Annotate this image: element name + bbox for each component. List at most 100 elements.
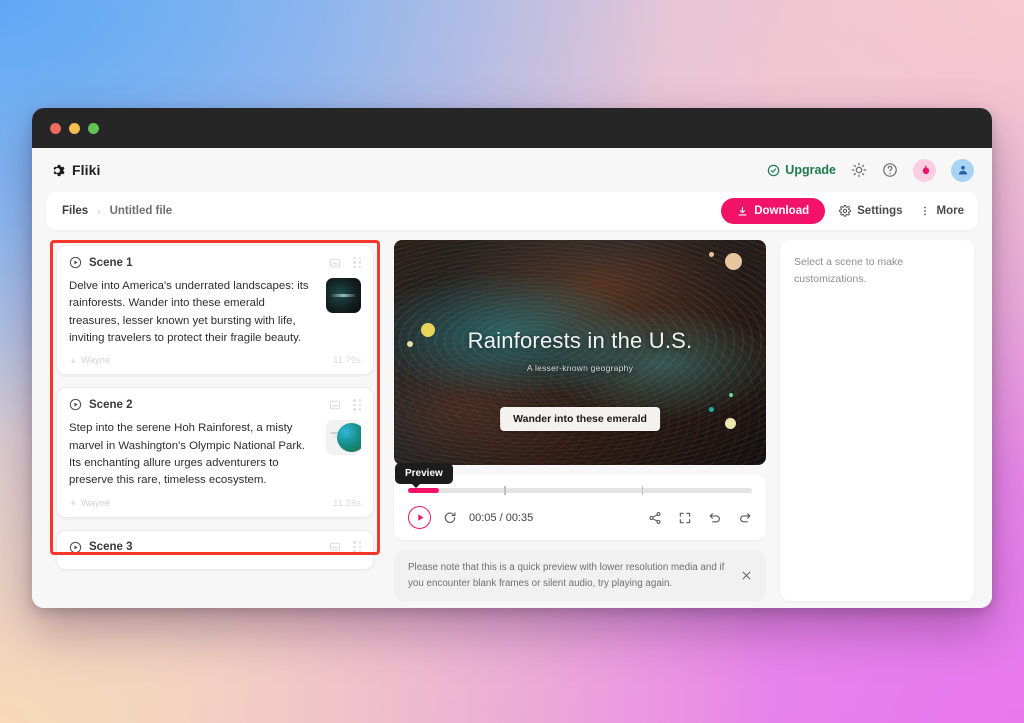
settings-label: Settings — [857, 205, 903, 217]
user-icon — [958, 165, 967, 175]
scene-header: Scene 1 — [69, 256, 361, 269]
more-button[interactable]: More — [917, 201, 966, 221]
app-content: Fliki Upgrade Files › Untitled file Down… — [32, 148, 992, 608]
window-zoom-button[interactable] — [88, 122, 99, 134]
player-secondary-actions — [648, 511, 752, 525]
transport-controls: 00:05 / 00:35 — [408, 506, 752, 529]
breadcrumb-separator: › — [97, 205, 101, 217]
undo-icon[interactable] — [708, 511, 722, 525]
stage-subtitle: A lesser-known geography — [526, 363, 634, 373]
scene-voice[interactable]: Wayne — [69, 498, 110, 509]
settings-button[interactable]: Settings — [837, 201, 904, 221]
decor-blob — [407, 341, 413, 347]
scene-card[interactable]: Scene 1 Delve into America's underrated … — [56, 245, 374, 376]
scene-footer: Wayne 11.28s — [69, 498, 361, 511]
scene-script-text[interactable]: Step into the serene Hoh Rainforest, a m… — [69, 420, 314, 489]
decor-blob — [725, 253, 742, 270]
scene-title: Scene 3 — [89, 541, 133, 554]
timeline-tick — [504, 486, 506, 495]
timeline-tick — [641, 486, 644, 495]
download-icon — [738, 206, 747, 215]
gear-icon — [839, 205, 852, 217]
sun-icon[interactable] — [851, 162, 867, 178]
scene-script-text[interactable]: Delve into America's underrated landscap… — [69, 278, 314, 347]
decor-blob — [709, 252, 714, 257]
notice-text: Please note that this is a quick preview… — [408, 562, 725, 589]
inspector-panel: Select a scene to make customizations. — [780, 240, 974, 602]
close-icon[interactable] — [741, 570, 752, 581]
decor-blob — [729, 393, 733, 397]
upgrade-label: Upgrade — [785, 163, 836, 177]
image-frame-icon[interactable] — [329, 541, 341, 553]
drag-handle-icon[interactable] — [353, 256, 361, 269]
scene-card[interactable]: Scene 2 Step into the serene Hoh Rainfor… — [56, 387, 374, 518]
brand-logo[interactable]: Fliki — [50, 162, 101, 178]
stage-caption: Wander into these emerald — [500, 407, 660, 431]
window-minimize-button[interactable] — [69, 122, 80, 134]
question-circle-icon[interactable] — [882, 162, 898, 178]
play-circle-icon[interactable] — [69, 398, 82, 411]
timeline-progress — [408, 488, 439, 493]
window-close-button[interactable] — [50, 122, 61, 134]
toolbar-actions: Download Settings More — [721, 198, 966, 224]
preview-panel: Rainforests in the U.S. A lesser-known g… — [394, 240, 766, 602]
brand-name: Fliki — [72, 162, 101, 178]
streak-badge[interactable] — [913, 158, 936, 182]
header-actions: Upgrade — [767, 158, 974, 182]
decor-blob — [421, 323, 435, 337]
file-toolbar: Files › Untitled file Download Settings — [46, 192, 978, 230]
voice-icon — [71, 357, 75, 363]
window-titlebar — [32, 108, 992, 148]
app-window: Fliki Upgrade Files › Untitled file Down… — [32, 108, 992, 608]
scene-header-actions — [329, 541, 361, 553]
image-frame-icon[interactable] — [329, 399, 341, 411]
image-frame-icon[interactable] — [329, 257, 341, 269]
download-button[interactable]: Download — [721, 198, 826, 224]
breadcrumb-current-file[interactable]: Untitled file — [110, 205, 173, 217]
share-icon[interactable] — [648, 511, 662, 525]
check-circle-icon — [768, 164, 780, 176]
play-circle-icon[interactable] — [69, 256, 82, 269]
scene-voice-label: Wayne — [81, 355, 111, 367]
scene-title: Scene 1 — [89, 256, 133, 269]
upgrade-button[interactable]: Upgrade — [767, 163, 836, 177]
breadcrumb-files[interactable]: Files — [62, 205, 88, 217]
editor-columns: Scene 1 Delve into America's underrated … — [46, 230, 978, 608]
inspector-empty-message: Select a scene to make customizations. — [794, 256, 904, 285]
timeline-track[interactable] — [408, 486, 752, 495]
gear-logo-icon — [53, 164, 65, 176]
more-label: More — [936, 205, 964, 217]
scene-card[interactable]: Scene 3 — [56, 529, 374, 570]
scene-thumbnail[interactable] — [326, 420, 361, 456]
scene-thumbnail[interactable] — [326, 278, 361, 313]
drag-handle-icon[interactable] — [353, 399, 361, 411]
restart-icon[interactable] — [443, 511, 457, 525]
play-circle-icon[interactable] — [69, 541, 82, 554]
scene-footer: Wayne 11.79s — [69, 355, 361, 368]
player-controls: Preview 00:05 / 00:35 — [394, 463, 766, 540]
breadcrumb: Files › Untitled file — [62, 205, 172, 217]
scene-header: Scene 2 — [69, 398, 361, 411]
scene-body: Delve into America's underrated landscap… — [69, 278, 361, 347]
account-avatar[interactable] — [951, 158, 974, 182]
preview-notice: Please note that this is a quick preview… — [394, 550, 766, 602]
scene-header: Scene 3 — [69, 541, 361, 554]
decor-blob — [725, 418, 736, 429]
play-button[interactable] — [408, 506, 431, 529]
scene-duration: 11.79s — [333, 355, 361, 367]
decor-blob — [709, 407, 714, 412]
voice-icon — [71, 499, 75, 506]
scene-list[interactable]: Scene 1 Delve into America's underrated … — [50, 240, 380, 601]
scene-list-panel: Scene 1 Delve into America's underrated … — [50, 240, 380, 601]
scene-title: Scene 2 — [89, 398, 133, 411]
scene-voice[interactable]: Wayne — [69, 355, 110, 366]
flame-icon — [922, 164, 929, 174]
drag-handle-icon[interactable] — [353, 541, 361, 553]
video-stage[interactable]: Rainforests in the U.S. A lesser-known g… — [394, 240, 766, 465]
time-display: 00:05 / 00:35 — [469, 511, 534, 524]
fullscreen-icon[interactable] — [678, 511, 692, 525]
play-icon — [417, 514, 423, 521]
scene-header-actions — [329, 256, 361, 269]
redo-icon[interactable] — [738, 511, 752, 525]
scene-body: Step into the serene Hoh Rainforest, a m… — [69, 420, 361, 489]
